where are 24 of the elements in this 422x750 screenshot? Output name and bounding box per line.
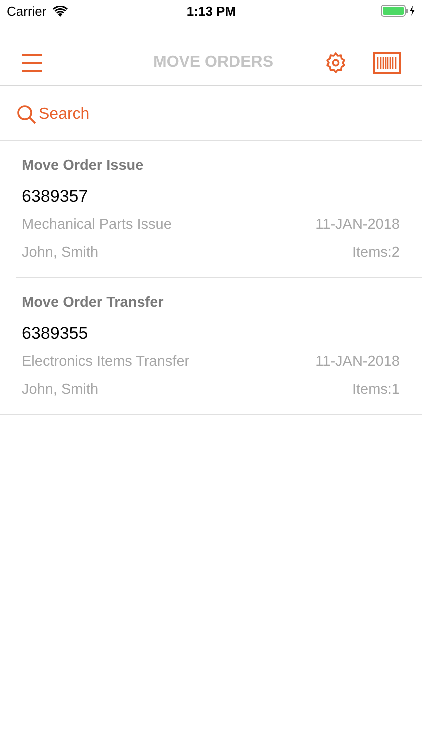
order-description: Mechanical Parts Issue bbox=[22, 217, 172, 235]
requester-name: John, Smith bbox=[22, 245, 99, 263]
order-number: 6389357 bbox=[22, 187, 88, 208]
carrier-label: Carrier bbox=[7, 4, 47, 18]
order-number: 6389355 bbox=[22, 324, 88, 345]
menu-icon[interactable] bbox=[22, 54, 42, 72]
barcode-icon[interactable] bbox=[373, 52, 401, 74]
order-date: 11-JAN-2018 bbox=[316, 354, 400, 372]
search-field[interactable]: Search bbox=[39, 106, 405, 124]
order-type: Move Order Transfer bbox=[22, 295, 164, 313]
item-count: Items:1 bbox=[352, 382, 400, 400]
requester-name: John, Smith bbox=[22, 382, 99, 400]
order-description: Electronics Items Transfer bbox=[22, 354, 190, 372]
battery-icon bbox=[380, 5, 416, 17]
settings-icon[interactable] bbox=[325, 52, 347, 74]
order-type: Move Order Issue bbox=[22, 158, 144, 176]
order-date: 11-JAN-2018 bbox=[316, 217, 400, 235]
wifi-icon bbox=[52, 6, 68, 16]
order-list-item[interactable]: Move Order Issue 6389357 Mechanical Parts Issue 11-JAN-2018 John, Smith Items:2 bbox=[16, 141, 422, 278]
order-list-item[interactable]: Move Order Transfer 6389355 Electronics Items Transfer 11-JAN-2018 John, Smith Items:1 bbox=[0, 278, 422, 415]
clock-time: 1:13 PM bbox=[186, 4, 236, 18]
item-count: Items:2 bbox=[352, 245, 400, 263]
screen-title: MOVE ORDERS bbox=[152, 54, 274, 72]
search-icon bbox=[17, 105, 37, 125]
